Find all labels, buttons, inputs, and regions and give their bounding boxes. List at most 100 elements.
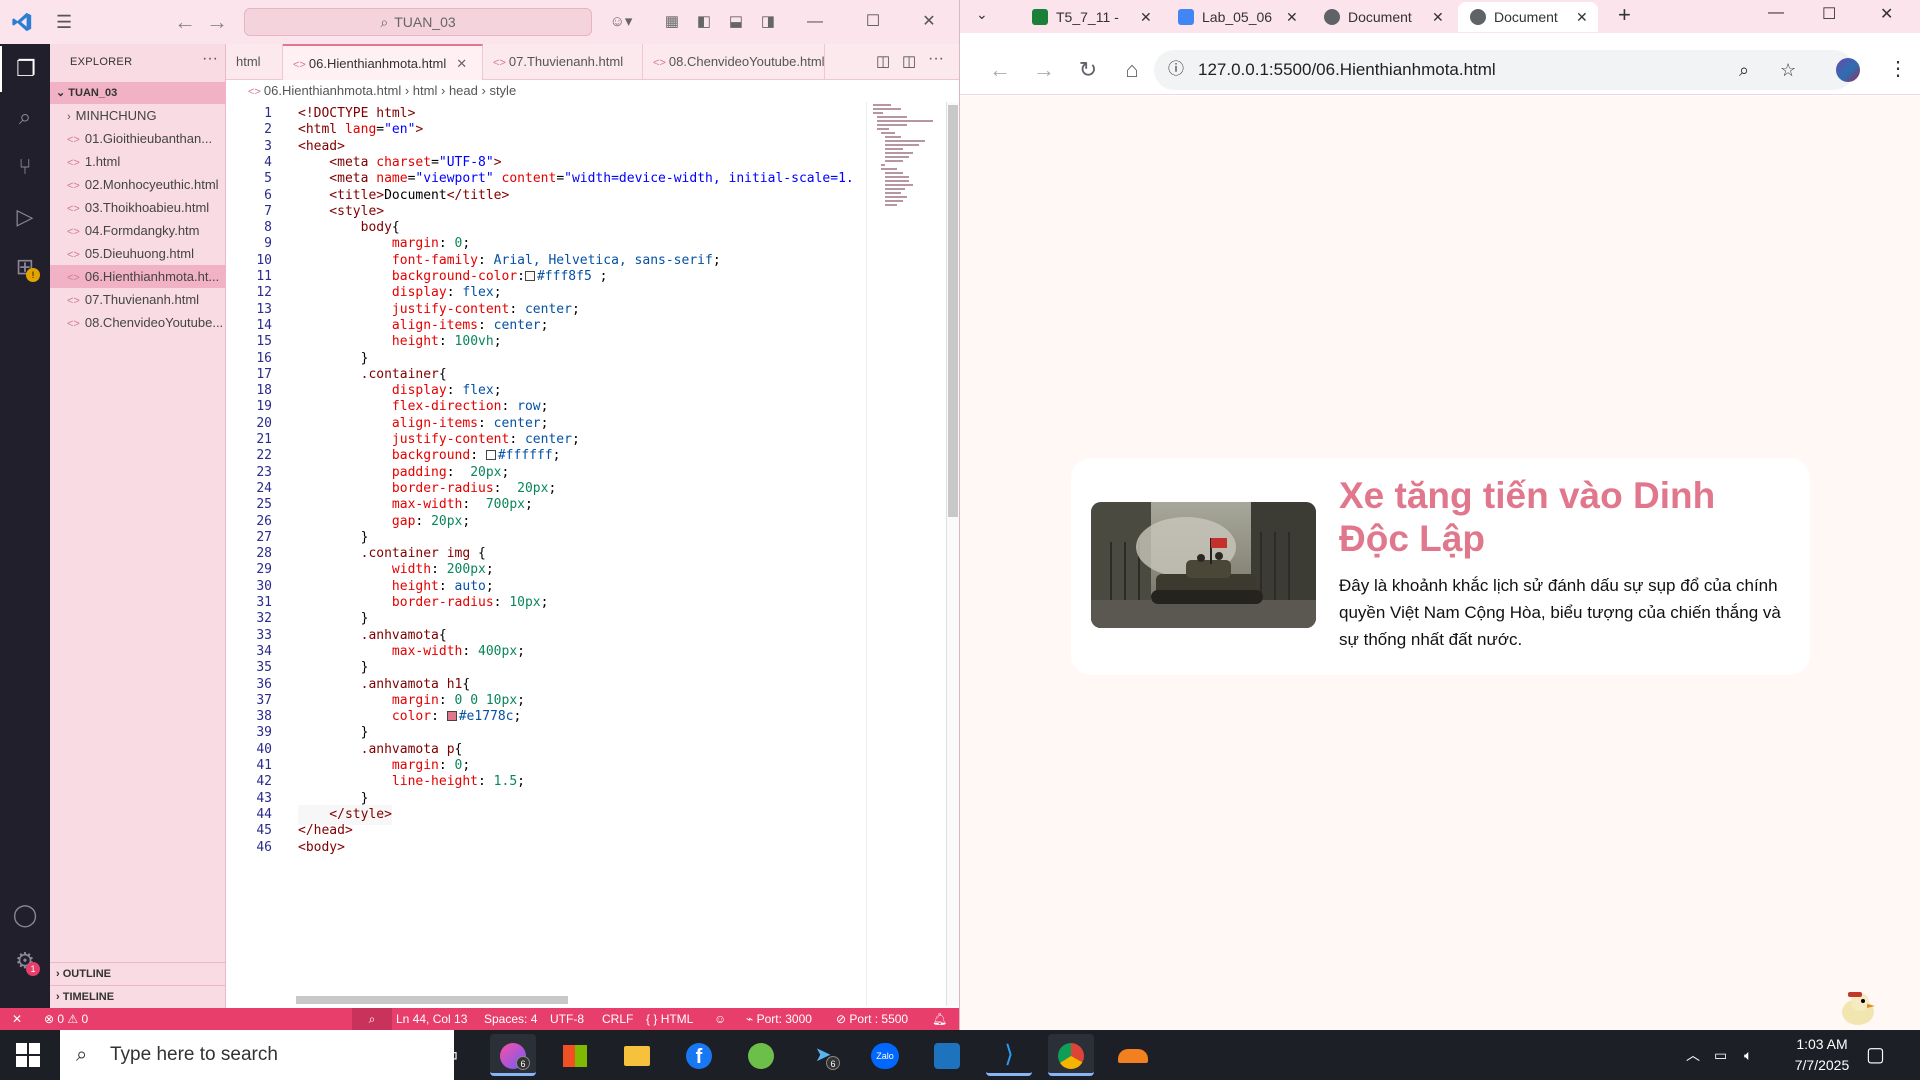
- vscode-taskbar-icon[interactable]: ⟩: [986, 1034, 1032, 1076]
- outline-section[interactable]: › OUTLINE: [50, 962, 226, 984]
- copilot-status-icon[interactable]: ☺: [714, 1008, 726, 1030]
- file-explorer-icon[interactable]: [614, 1034, 660, 1076]
- color-swatch[interactable]: [524, 271, 535, 281]
- reload-icon[interactable]: ↻: [1074, 56, 1102, 84]
- extensions-icon[interactable]: ⊞ !: [0, 244, 50, 290]
- horizontal-scrollbar[interactable]: [296, 996, 568, 1004]
- tab-search-chevron-icon[interactable]: ⌄: [976, 6, 988, 23]
- command-center-search[interactable]: ⌕ TUAN_03: [244, 8, 592, 36]
- profile-avatar[interactable]: [1836, 58, 1860, 82]
- file-item[interactable]: <> 01.Gioithieubanthan...: [50, 127, 226, 150]
- indentation[interactable]: Spaces: 4: [484, 1008, 537, 1030]
- clock[interactable]: 1:03 AM 7/7/2025: [1774, 1034, 1870, 1076]
- file-item[interactable]: <> 07.Thuvienanh.html: [50, 288, 226, 311]
- taskbar-search-box[interactable]: ⌕ Type here to search: [60, 1030, 454, 1080]
- back-arrow-icon[interactable]: ←: [174, 10, 196, 34]
- toggle-secondary-sidebar-icon[interactable]: ◨: [758, 12, 778, 32]
- remote-icon[interactable]: ✕: [12, 1008, 22, 1030]
- problems-indicator[interactable]: ⊗ 0 ⚠ 0: [44, 1008, 88, 1030]
- cursor-position[interactable]: Ln 44, Col 13: [396, 1008, 467, 1030]
- file-item-selected[interactable]: <> 06.Hienthianhmota.ht...: [50, 265, 226, 288]
- site-info-icon[interactable]: ⓘ: [1168, 50, 1184, 90]
- telegram-icon[interactable]: ➤ 6: [800, 1034, 846, 1076]
- file-item[interactable]: <> 04.Formdangky.htm: [50, 219, 226, 242]
- microsoft-store-icon[interactable]: [552, 1034, 598, 1076]
- cloudflare-icon[interactable]: [1110, 1034, 1156, 1076]
- close-button[interactable]: ✕: [1880, 4, 1893, 24]
- close-tab-icon[interactable]: ✕: [456, 56, 467, 71]
- close-tab-icon[interactable]: ✕: [1576, 2, 1588, 32]
- code-editor[interactable]: <!DOCTYPE html> <html lang="en"> <head> <m…: [282, 102, 866, 1006]
- facebook-icon[interactable]: f: [676, 1034, 722, 1076]
- notifications-bell-icon[interactable]: 🔔︎: [932, 1008, 947, 1030]
- notification-center-icon[interactable]: ▢: [1866, 1030, 1885, 1080]
- zoom-icon[interactable]: ⌕: [1739, 50, 1749, 90]
- kebab-menu-icon[interactable]: ⋮: [1888, 56, 1908, 81]
- minimap[interactable]: [866, 102, 946, 1006]
- end-of-line[interactable]: CRLF: [602, 1008, 633, 1030]
- close-tab-icon[interactable]: ✕: [1286, 2, 1298, 32]
- chrome-tab[interactable]: Lab_05_06 ✕: [1166, 2, 1306, 32]
- taskbar-app-icon[interactable]: 6: [490, 1034, 536, 1076]
- forward-arrow-icon[interactable]: →: [206, 10, 228, 34]
- tab-partial[interactable]: html: [226, 44, 283, 80]
- bookmark-star-icon[interactable]: ☆: [1780, 50, 1796, 90]
- chrome-canary-icon[interactable]: [738, 1034, 784, 1076]
- color-swatch[interactable]: [485, 450, 496, 461]
- port-5500[interactable]: ⊘ Port : 5500: [836, 1008, 908, 1030]
- unikey-icon[interactable]: [924, 1034, 970, 1076]
- account-icon[interactable]: ◯: [0, 892, 50, 938]
- forward-arrow-icon[interactable]: →: [1030, 56, 1058, 84]
- chrome-tab-active[interactable]: Document ✕: [1458, 2, 1598, 32]
- close-tab-icon[interactable]: ✕: [1432, 2, 1444, 32]
- address-bar[interactable]: ⓘ 127.0.0.1:5500/06.Hienthianhmota.html …: [1154, 50, 1854, 90]
- language-mode[interactable]: { } HTML: [646, 1008, 693, 1030]
- battery-icon[interactable]: ▭: [1714, 1030, 1727, 1080]
- breadcrumb-item[interactable]: style: [489, 83, 516, 98]
- volume-icon[interactable]: 🔈︎: [1744, 1030, 1752, 1080]
- more-actions-icon[interactable]: ···: [202, 50, 218, 68]
- maximize-button[interactable]: ☐: [1822, 4, 1836, 24]
- maximize-button[interactable]: ☐: [858, 10, 888, 34]
- menu-icon[interactable]: ☰: [56, 13, 78, 31]
- minimize-button[interactable]: —: [1768, 4, 1784, 22]
- zalo-icon[interactable]: Zalo: [862, 1034, 908, 1076]
- encoding[interactable]: UTF-8: [550, 1008, 584, 1030]
- chrome-tab[interactable]: T5_7_11 - ✕: [1020, 2, 1160, 32]
- new-tab-icon[interactable]: +: [1618, 2, 1631, 28]
- file-item[interactable]: <> 05.Dieuhuong.html: [50, 242, 226, 265]
- file-item[interactable]: <> 08.ChenvideoYoutube...: [50, 311, 226, 334]
- toggle-panel-icon[interactable]: ⬓: [726, 12, 746, 32]
- breadcrumb-item[interactable]: html: [413, 83, 438, 98]
- duck-mascot-icon[interactable]: [1838, 988, 1878, 1028]
- port-3000[interactable]: ⌁ Port: 3000: [746, 1008, 812, 1030]
- windows-start-icon[interactable]: [16, 1043, 40, 1067]
- folder-minhchung[interactable]: › MINHCHUNG: [50, 104, 226, 127]
- layout-icon[interactable]: ▦: [662, 12, 682, 32]
- copilot-icon[interactable]: ☺▾: [606, 12, 636, 32]
- file-item[interactable]: <> 02.Monhocyeuthic.html: [50, 173, 226, 196]
- split-editor-icon[interactable]: ◫: [902, 52, 916, 70]
- tab[interactable]: <> 07.Thuvienanh.html: [483, 44, 643, 80]
- show-hidden-icons-chevron[interactable]: ︿: [1686, 1030, 1700, 1080]
- chrome-taskbar-icon[interactable]: [1048, 1034, 1094, 1076]
- settings-gear-icon[interactable]: ⚙ 1: [0, 938, 50, 984]
- source-control-icon[interactable]: ⑂: [0, 144, 50, 190]
- search-view-icon[interactable]: ⌕: [0, 94, 50, 140]
- chrome-tab[interactable]: Document ✕: [1312, 2, 1452, 32]
- color-swatch[interactable]: [446, 711, 457, 722]
- home-icon[interactable]: ⌂: [1118, 56, 1146, 84]
- file-item[interactable]: <> 1.html: [50, 150, 226, 173]
- breadcrumb-item[interactable]: head: [449, 83, 478, 98]
- task-view-icon[interactable]: ▭: [426, 1034, 472, 1076]
- more-actions-icon[interactable]: ···: [928, 50, 944, 68]
- back-arrow-icon[interactable]: ←: [986, 56, 1014, 84]
- timeline-section[interactable]: › TIMELINE: [50, 985, 226, 1007]
- explorer-icon[interactable]: ❐: [0, 46, 50, 92]
- workspace-header[interactable]: ⌄ TUAN_03: [50, 82, 226, 104]
- minimize-button[interactable]: —: [800, 10, 830, 34]
- close-button[interactable]: ✕: [914, 10, 944, 34]
- close-tab-icon[interactable]: ✕: [1140, 2, 1152, 32]
- scrollbar-thumb[interactable]: [948, 105, 958, 517]
- toggle-sidebar-icon[interactable]: ◧: [694, 12, 714, 32]
